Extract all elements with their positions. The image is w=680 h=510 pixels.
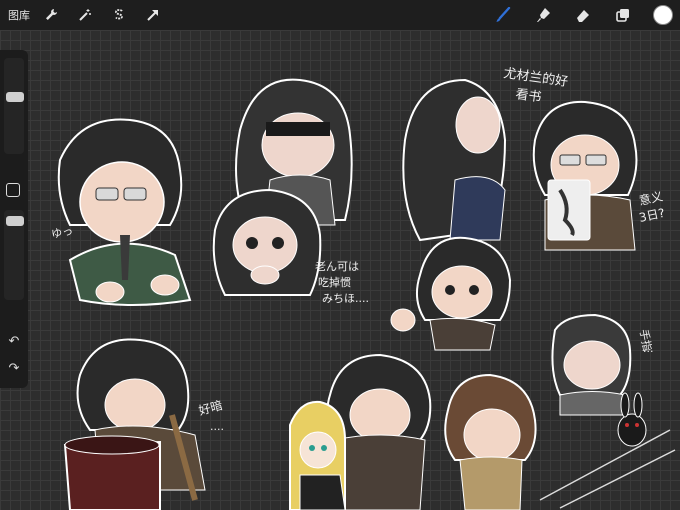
- annotation-middle-2: 吃掉惯: [318, 275, 351, 289]
- annotation-middle-1: 老ん可は: [315, 260, 359, 273]
- color-swatch[interactable]: [652, 4, 674, 26]
- magic-wand-icon[interactable]: [74, 4, 96, 26]
- arrow-transform-icon[interactable]: [142, 4, 164, 26]
- annotation-coffee-1: 意义: [638, 188, 665, 208]
- annotation-small-left: ゆっ: [50, 224, 74, 241]
- annotation-lower-left: 好暗: [197, 397, 224, 418]
- layers-icon[interactable]: [612, 4, 634, 26]
- character-long-hair-profile: [402, 78, 507, 242]
- character-braid-girl: [212, 188, 322, 296]
- character-glasses-green-coat: [57, 118, 192, 306]
- character-glasses-holding-card: [532, 100, 638, 251]
- drawing-canvas[interactable]: 尤材兰的好 看书 意义 3日? 老ん可は 吃掉惯 みちほ.... 好暗 ....…: [0, 30, 680, 510]
- annotation-coffee-2: 3日?: [638, 206, 666, 225]
- modify-button[interactable]: [6, 183, 20, 197]
- top-toolbar: 图库: [0, 0, 680, 30]
- annotation-bottom-right-2: ...: [643, 342, 654, 355]
- character-brown-hair-girl: [444, 373, 537, 510]
- artwork: 尤材兰的好 看书 意义 3日? 老ん可は 吃掉惯 みちほ.... 好暗 ....…: [50, 65, 676, 510]
- smudge-icon[interactable]: [532, 4, 554, 26]
- undo-icon[interactable]: ↶: [5, 335, 23, 349]
- opacity-slider[interactable]: [4, 210, 24, 300]
- character-holding-blonde-doll: [289, 353, 432, 510]
- annotation-top-right-1: 尤材兰的好: [502, 65, 569, 90]
- character-stubble-man: [390, 236, 512, 351]
- selection-s-icon[interactable]: [108, 4, 130, 26]
- annotation-middle-3: みちほ....: [322, 292, 369, 305]
- gallery-button[interactable]: 图库: [8, 7, 30, 23]
- character-bob-hair-sweat: [551, 313, 632, 416]
- annotation-lower-left-2: ....: [210, 420, 224, 433]
- annotation-top-right-2: 看书: [514, 86, 542, 105]
- opacity-thumb[interactable]: [6, 216, 24, 226]
- black-rabbit: [617, 392, 647, 447]
- left-sidebar: ↶ ↷: [0, 50, 28, 388]
- brush-icon[interactable]: [492, 4, 514, 26]
- redo-icon[interactable]: ↷: [5, 362, 23, 376]
- brush-size-thumb[interactable]: [6, 92, 24, 102]
- eraser-icon[interactable]: [572, 4, 594, 26]
- active-color-dot: [653, 5, 673, 25]
- wrench-icon[interactable]: [40, 4, 62, 26]
- brush-size-slider[interactable]: [4, 58, 24, 154]
- character-with-pot: [63, 338, 206, 510]
